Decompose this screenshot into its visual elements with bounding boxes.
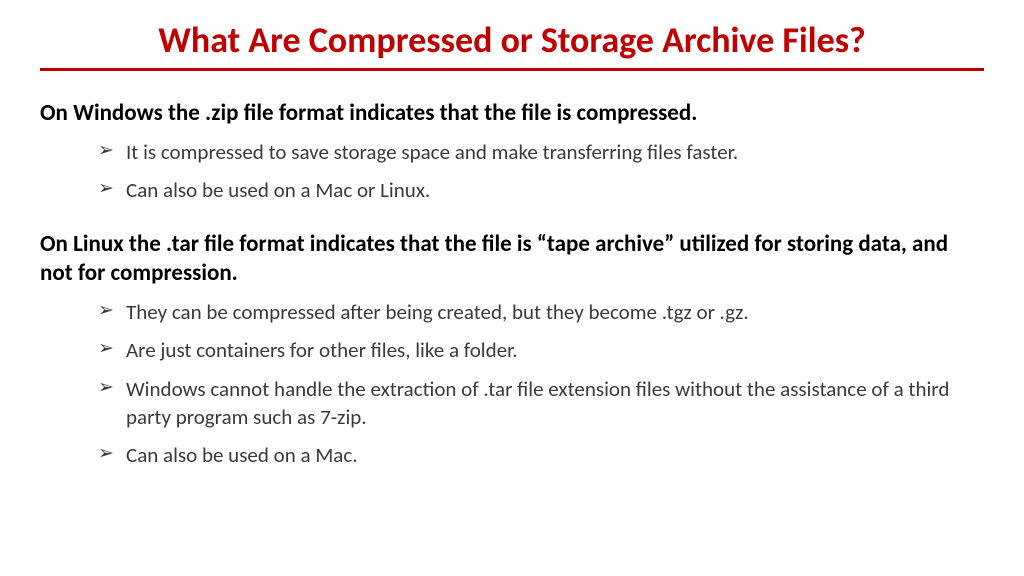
bullet-list: They can be compressed after being creat…: [40, 298, 984, 470]
section-1: On Windows the .zip file format indicate…: [40, 99, 984, 204]
list-item: Are just containers for other files, lik…: [98, 336, 984, 364]
list-item: They can be compressed after being creat…: [98, 298, 984, 326]
list-item: Can also be used on a Mac or Linux.: [98, 176, 984, 204]
list-item: Windows cannot handle the extraction of …: [98, 375, 984, 432]
section-2: On Linux the .tar file format indicates …: [40, 230, 984, 469]
title-underline: [40, 68, 984, 71]
slide: What Are Compressed or Storage Archive F…: [0, 0, 1024, 516]
bullet-list: It is compressed to save storage space a…: [40, 138, 984, 205]
section-heading: On Windows the .zip file format indicate…: [40, 99, 984, 128]
slide-title: What Are Compressed or Storage Archive F…: [40, 18, 984, 68]
list-item: Can also be used on a Mac.: [98, 441, 984, 469]
list-item: It is compressed to save storage space a…: [98, 138, 984, 166]
section-heading: On Linux the .tar file format indicates …: [40, 230, 984, 288]
